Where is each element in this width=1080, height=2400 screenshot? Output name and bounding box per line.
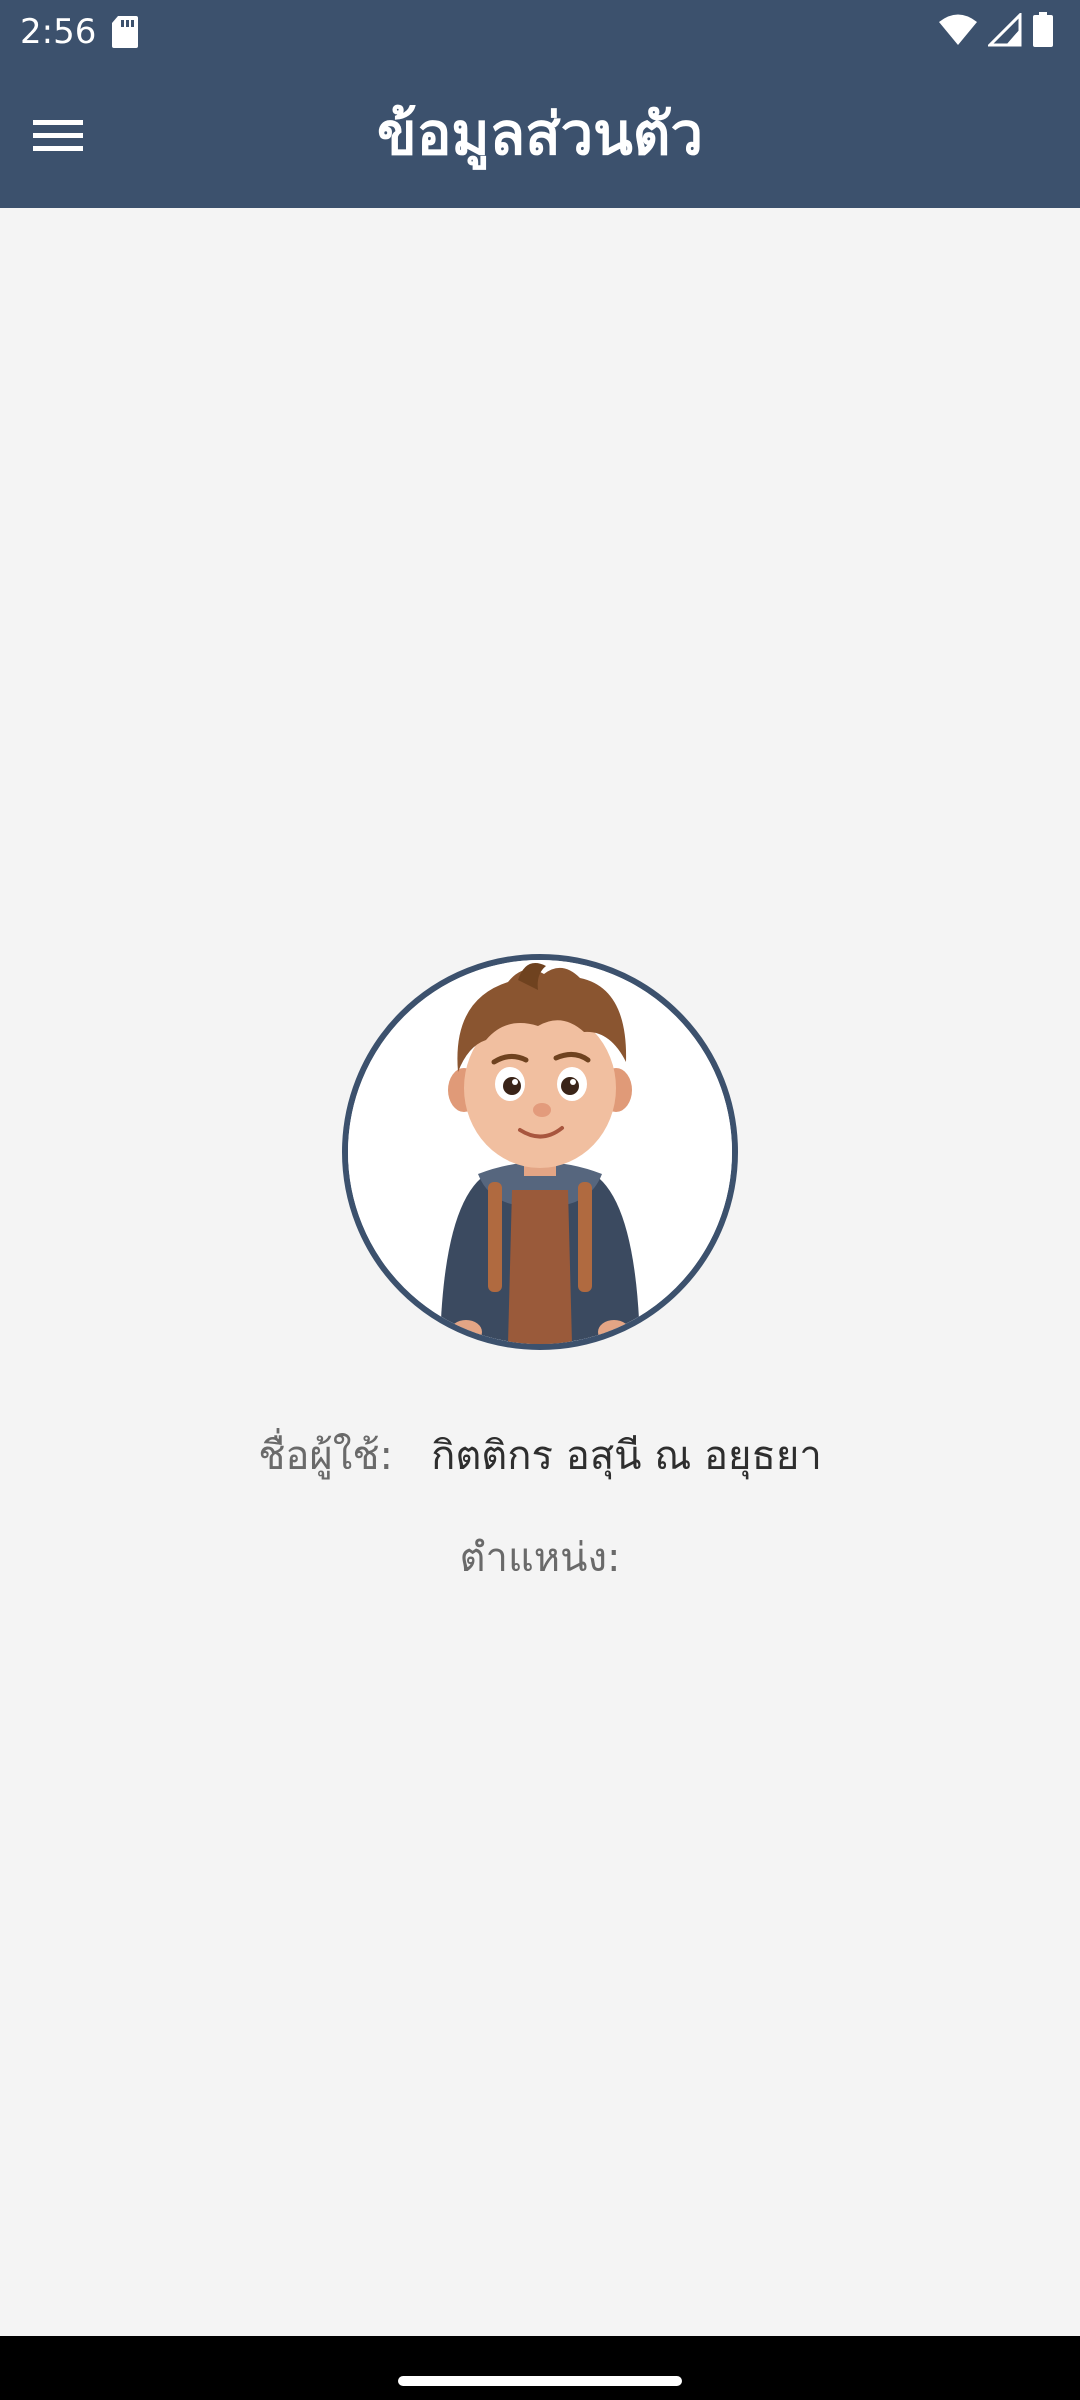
username-row: ชื่อผู้ใช้: กิตติกร อสุนี ณ อยุธยา	[0, 1428, 1080, 1484]
avatar	[342, 954, 738, 1350]
username-value: กิตติกร อสุนี ณ อยุธยา	[431, 1433, 822, 1479]
username-label: ชื่อผู้ใช้:	[258, 1433, 393, 1479]
status-bar: 2:56	[0, 0, 1080, 64]
home-indicator[interactable]	[398, 2376, 682, 2386]
status-time: 2:56	[20, 12, 97, 52]
sd-card-icon	[110, 14, 140, 50]
position-row: ตำแหน่ง:	[0, 1530, 1080, 1586]
battery-icon	[1032, 12, 1054, 52]
signal-icon	[986, 11, 1022, 51]
app-bar: ข้อมูลส่วนตัว	[0, 64, 1080, 208]
profile-screen: 2:56 ข้อมูลส่วนตัว ชื่อผู้ใช้: กิตติกร อ…	[0, 0, 1080, 2400]
wifi-icon	[938, 13, 978, 51]
status-icons	[938, 11, 1054, 52]
cartoon-boy-avatar-image	[348, 960, 732, 1344]
position-label: ตำแหน่ง:	[459, 1535, 621, 1581]
page-title: ข้อมูลส่วนตัว	[376, 100, 704, 168]
system-nav-bar	[0, 2336, 1080, 2400]
